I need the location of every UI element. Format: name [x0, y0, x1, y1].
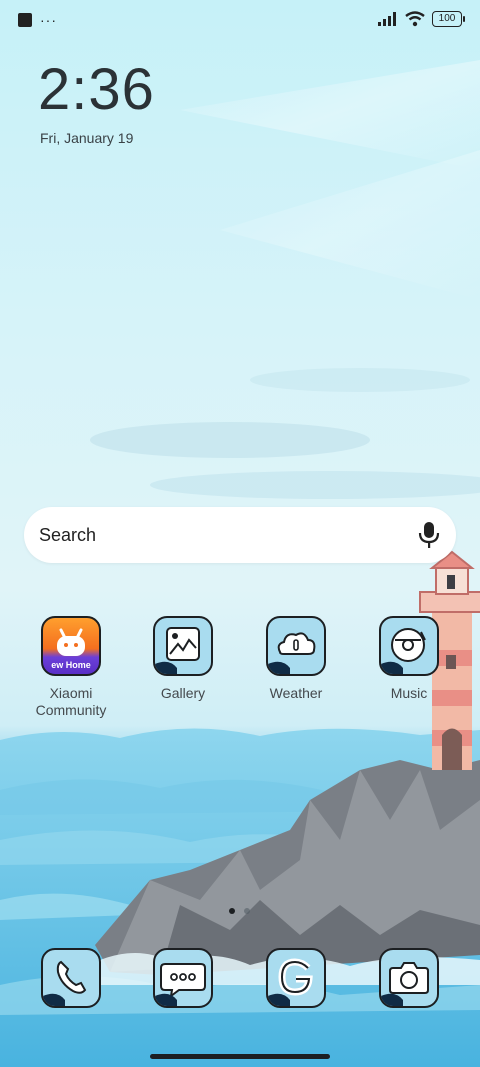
search-label: Search: [39, 525, 97, 545]
search-bar[interactable]: Search: [24, 507, 456, 563]
clock-time[interactable]: 2:36: [38, 56, 155, 123]
gallery-icon: [153, 616, 213, 676]
app-label: Weather: [269, 685, 323, 701]
dock-messages[interactable]: [128, 948, 238, 1008]
more-dots-icon: ···: [40, 12, 57, 28]
page-dot: [244, 908, 250, 914]
wifi-icon: [405, 11, 425, 27]
page-dot-active: [229, 908, 235, 914]
signal-icon: [378, 12, 396, 26]
weather-icon: [266, 616, 326, 676]
phone-icon: [41, 948, 101, 1008]
music-icon: [379, 616, 439, 676]
app-label: Xiaomi Community: [35, 685, 107, 718]
app-label: Music: [390, 685, 428, 701]
dock-google[interactable]: [241, 948, 351, 1008]
dock-phone[interactable]: [16, 948, 126, 1008]
notification-square-icon: [18, 13, 32, 27]
app-badge: ew Home: [51, 660, 91, 670]
home-indicator[interactable]: [150, 1054, 330, 1059]
clock-date[interactable]: Fri, January 19: [40, 130, 133, 146]
status-bar: ··· 100: [0, 0, 480, 42]
battery-icon: 100: [432, 11, 465, 27]
google-icon: [266, 948, 326, 1008]
battery-level: 100: [438, 13, 456, 24]
messages-icon: [153, 948, 213, 1008]
app-label: Gallery: [160, 685, 206, 701]
camera-icon: [379, 948, 439, 1008]
dock-camera[interactable]: [354, 948, 464, 1008]
mic-icon[interactable]: [418, 521, 440, 549]
page-indicator[interactable]: [229, 908, 250, 914]
app-xiaomi-community[interactable]: ew Home Xiaomi Community: [16, 616, 126, 719]
xiaomi-community-icon: ew Home: [41, 616, 101, 676]
app-music[interactable]: Music: [354, 616, 464, 702]
app-gallery[interactable]: Gallery: [128, 616, 238, 702]
app-weather[interactable]: Weather: [241, 616, 351, 702]
home-screen: ··· 100 2:36 Fri, January 19 Search ew H…: [0, 0, 480, 1067]
